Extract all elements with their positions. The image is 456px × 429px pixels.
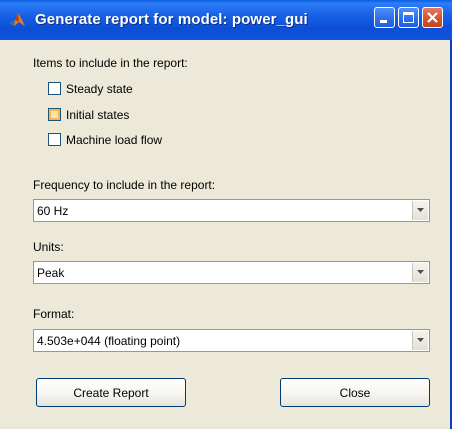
format-value: 4.503e+044 (floating point) (37, 334, 181, 348)
checkbox-label: Machine load flow (66, 132, 163, 147)
minimize-icon (380, 20, 387, 23)
maximize-button[interactable] (398, 7, 419, 28)
units-dropdown-button[interactable] (412, 263, 428, 282)
chevron-down-icon (417, 338, 424, 342)
close-window-button[interactable] (422, 7, 443, 28)
units-value: Peak (37, 266, 65, 280)
matlab-logo-icon (9, 13, 25, 26)
checkbox-label: Initial states (66, 107, 130, 122)
title-bar[interactable]: Generate report for model: power_gui (0, 0, 452, 40)
checkbox-initial-states[interactable]: Initial states (48, 106, 129, 123)
frequency-value: 60 Hz (37, 204, 69, 218)
checkbox-box[interactable] (48, 82, 61, 95)
format-dropdown-button[interactable] (412, 331, 428, 350)
chevron-down-icon (417, 270, 424, 274)
units-select[interactable]: Peak (33, 261, 430, 284)
create-report-button[interactable]: Create Report (36, 378, 186, 407)
format-select[interactable]: 4.503e+044 (floating point) (33, 329, 430, 352)
window-title: Generate report for model: power_gui (35, 11, 308, 28)
checkbox-box[interactable] (48, 108, 61, 121)
chevron-down-icon (417, 208, 424, 212)
checkbox-label: Steady state (66, 81, 133, 96)
checkbox-steady-state[interactable]: Steady state (48, 80, 133, 97)
report-dialog: Generate report for model: power_gui Ite… (0, 0, 452, 429)
close-icon (427, 12, 438, 23)
checkbox-box[interactable] (48, 133, 61, 146)
frequency-select[interactable]: 60 Hz (33, 199, 430, 222)
units-label: Units: (33, 240, 64, 254)
frequency-label: Frequency to include in the report: (33, 178, 216, 192)
format-label: Format: (33, 307, 75, 321)
checkbox-machine-load-flow[interactable]: Machine load flow (48, 131, 162, 148)
items-label: Items to include in the report: (33, 56, 188, 70)
frequency-dropdown-button[interactable] (412, 201, 428, 220)
minimize-button[interactable] (374, 7, 395, 28)
close-button[interactable]: Close (280, 378, 430, 407)
maximize-icon (403, 12, 414, 23)
